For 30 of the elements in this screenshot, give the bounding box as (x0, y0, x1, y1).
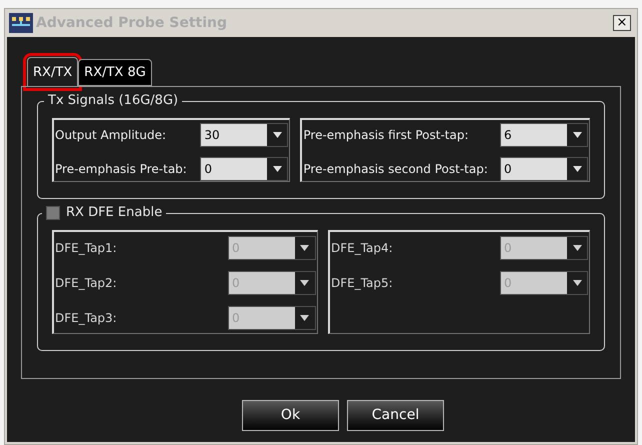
dropdown[interactable]: 0 (200, 156, 288, 181)
group-title: Tx Signals (16G/8G) (44, 92, 182, 110)
field-label: Output Amplitude: (55, 127, 168, 144)
field-label: DFE_Tap3: (55, 310, 118, 327)
field-label: DFE_Tap1: (55, 240, 118, 257)
field-label: DFE_Tap5: (330, 275, 394, 292)
field-label: Pre-emphasis second Post-tap: (303, 160, 489, 178)
field-label: DFE_Tap2: (55, 275, 118, 292)
caret-icon (572, 245, 582, 251)
caret-icon (572, 280, 582, 286)
caret-icon (572, 132, 582, 138)
checkbox-label: RX DFE Enable (66, 204, 162, 222)
caret-icon (272, 166, 282, 172)
caret-icon (572, 166, 582, 172)
caret-icon (300, 280, 310, 286)
field-label: Pre-emphasis first Post-tap: (303, 127, 470, 144)
caret-icon (300, 245, 310, 251)
dropdown[interactable]: 6 (500, 123, 588, 148)
app-icon (9, 13, 33, 33)
caret-icon (272, 132, 282, 138)
close-button[interactable]: × (613, 15, 631, 31)
dropdown[interactable]: 30 (200, 123, 288, 148)
dialog-button[interactable]: Cancel (347, 400, 444, 431)
field-label: Pre-emphasis Pre-tab: (55, 160, 188, 178)
tab[interactable]: RX/TX 8G (78, 59, 152, 86)
caret-icon (300, 315, 310, 321)
dialog-button[interactable]: Ok (242, 400, 339, 431)
dropdown[interactable]: 0 (500, 156, 588, 181)
field-label: DFE_Tap4: (330, 240, 394, 257)
checkbox[interactable] (46, 206, 60, 220)
